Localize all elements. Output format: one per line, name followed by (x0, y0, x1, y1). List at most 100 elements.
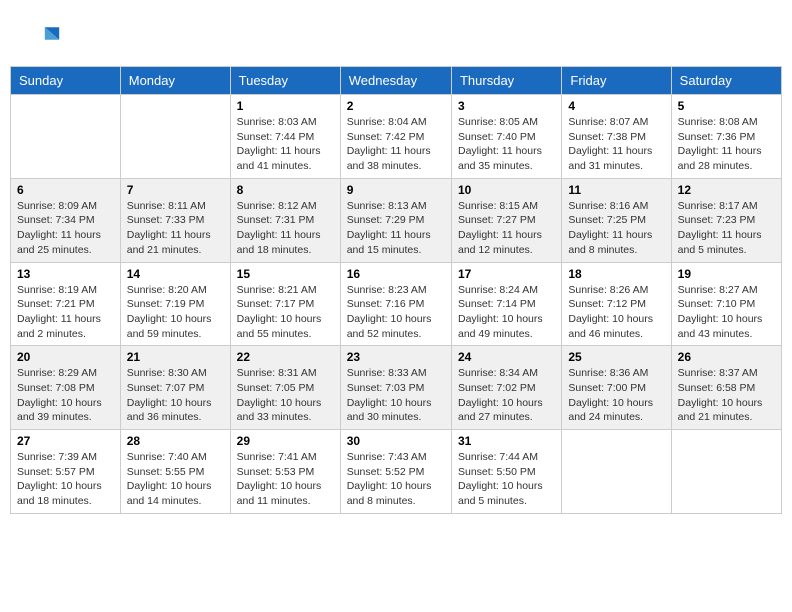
calendar-day-header: Thursday (451, 67, 561, 95)
logo-icon (25, 20, 61, 56)
day-info: Sunrise: 8:21 AM Sunset: 7:17 PM Dayligh… (237, 283, 334, 342)
day-number: 5 (678, 99, 775, 113)
calendar-day-cell: 3Sunrise: 8:05 AM Sunset: 7:40 PM Daylig… (451, 95, 561, 179)
calendar-day-cell: 27 Sunrise: 7:39 AM Sunset: 5:57 PM Dayli… (11, 430, 121, 514)
calendar-day-cell: 5 Sunrise: 8:08 AM Sunset: 7:36 PM Daylig… (671, 95, 781, 179)
calendar-header-row: SundayMondayTuesdayWednesdayThursdayFrid… (11, 67, 782, 95)
calendar-day-cell: 26Sunrise: 8:37 AM Sunset: 6:58 PM Dayli… (671, 346, 781, 430)
calendar-day-cell: 15 Sunrise: 8:21 AM Sunset: 7:17 PM Dayli… (230, 262, 340, 346)
calendar-day-cell (120, 95, 230, 179)
day-info: Sunrise: 7:41 AM Sunset: 5:53 PM Dayligh… (237, 450, 334, 509)
day-number: 23 (347, 350, 445, 364)
day-number: 13 (17, 267, 114, 281)
day-info: Sunrise: 8:08 AM Sunset: 7:36 PM Dayligh… (678, 115, 775, 174)
day-info: Sunrise: 7:40 AM Sunset: 5:55 PM Dayligh… (127, 450, 224, 509)
day-number: 11 (568, 183, 664, 197)
calendar-day-cell: 30 Sunrise: 7:43 AM Sunset: 5:52 PM Dayli… (340, 430, 451, 514)
calendar-day-cell: 8 Sunrise: 8:12 AM Sunset: 7:31 PM Daylig… (230, 178, 340, 262)
calendar-day-cell: 2 Sunrise: 8:04 AM Sunset: 7:42 PM Daylig… (340, 95, 451, 179)
calendar-day-header: Saturday (671, 67, 781, 95)
day-number: 20 (17, 350, 114, 364)
day-number: 10 (458, 183, 555, 197)
calendar-week-row: 20Sunrise: 8:29 AM Sunset: 7:08 PM Dayli… (11, 346, 782, 430)
day-number: 6 (17, 183, 114, 197)
day-info: Sunrise: 8:33 AM Sunset: 7:03 PM Dayligh… (347, 366, 445, 425)
day-number: 28 (127, 434, 224, 448)
day-info: Sunrise: 8:11 AM Sunset: 7:33 PM Dayligh… (127, 199, 224, 258)
calendar-day-cell: 17Sunrise: 8:24 AM Sunset: 7:14 PM Dayli… (451, 262, 561, 346)
day-number: 29 (237, 434, 334, 448)
day-info: Sunrise: 8:19 AM Sunset: 7:21 PM Dayligh… (17, 283, 114, 342)
day-info: Sunrise: 7:44 AM Sunset: 5:50 PM Dayligh… (458, 450, 555, 509)
calendar-day-header: Friday (562, 67, 671, 95)
day-number: 1 (237, 99, 334, 113)
day-number: 2 (347, 99, 445, 113)
calendar-day-cell: 14 Sunrise: 8:20 AM Sunset: 7:19 PM Dayli… (120, 262, 230, 346)
day-number: 8 (237, 183, 334, 197)
calendar-day-cell: 18 Sunrise: 8:26 AM Sunset: 7:12 PM Dayli… (562, 262, 671, 346)
calendar-day-cell: 24Sunrise: 8:34 AM Sunset: 7:02 PM Dayli… (451, 346, 561, 430)
calendar-day-cell (562, 430, 671, 514)
day-info: Sunrise: 7:39 AM Sunset: 5:57 PM Dayligh… (17, 450, 114, 509)
calendar-day-cell: 11Sunrise: 8:16 AM Sunset: 7:25 PM Dayli… (562, 178, 671, 262)
calendar-week-row: 13 Sunrise: 8:19 AM Sunset: 7:21 PM Dayli… (11, 262, 782, 346)
calendar-day-cell: 13 Sunrise: 8:19 AM Sunset: 7:21 PM Dayli… (11, 262, 121, 346)
day-info: Sunrise: 8:30 AM Sunset: 7:07 PM Dayligh… (127, 366, 224, 425)
day-number: 21 (127, 350, 224, 364)
calendar-day-header: Monday (120, 67, 230, 95)
calendar-day-header: Tuesday (230, 67, 340, 95)
day-info: Sunrise: 8:13 AM Sunset: 7:29 PM Dayligh… (347, 199, 445, 258)
calendar-table: SundayMondayTuesdayWednesdayThursdayFrid… (10, 66, 782, 514)
day-number: 27 (17, 434, 114, 448)
day-number: 18 (568, 267, 664, 281)
day-number: 19 (678, 267, 775, 281)
calendar-week-row: 27 Sunrise: 7:39 AM Sunset: 5:57 PM Dayli… (11, 430, 782, 514)
day-number: 24 (458, 350, 555, 364)
day-number: 4 (568, 99, 664, 113)
calendar-day-cell: 25Sunrise: 8:36 AM Sunset: 7:00 PM Dayli… (562, 346, 671, 430)
calendar-day-cell: 19 Sunrise: 8:27 AM Sunset: 7:10 PM Dayli… (671, 262, 781, 346)
calendar-day-cell: 16 Sunrise: 8:23 AM Sunset: 7:16 PM Dayli… (340, 262, 451, 346)
day-info: Sunrise: 8:20 AM Sunset: 7:19 PM Dayligh… (127, 283, 224, 342)
day-number: 26 (678, 350, 775, 364)
day-info: Sunrise: 8:04 AM Sunset: 7:42 PM Dayligh… (347, 115, 445, 174)
day-info: Sunrise: 8:24 AM Sunset: 7:14 PM Dayligh… (458, 283, 555, 342)
day-info: Sunrise: 8:26 AM Sunset: 7:12 PM Dayligh… (568, 283, 664, 342)
calendar-day-header: Wednesday (340, 67, 451, 95)
calendar-day-cell: 23 Sunrise: 8:33 AM Sunset: 7:03 PM Dayli… (340, 346, 451, 430)
day-info: Sunrise: 8:03 AM Sunset: 7:44 PM Dayligh… (237, 115, 334, 174)
calendar-day-cell: 9 Sunrise: 8:13 AM Sunset: 7:29 PM Daylig… (340, 178, 451, 262)
day-info: Sunrise: 8:27 AM Sunset: 7:10 PM Dayligh… (678, 283, 775, 342)
day-number: 14 (127, 267, 224, 281)
page-header (10, 10, 782, 61)
day-number: 16 (347, 267, 445, 281)
day-info: Sunrise: 8:07 AM Sunset: 7:38 PM Dayligh… (568, 115, 664, 174)
calendar-day-cell: 7 Sunrise: 8:11 AM Sunset: 7:33 PM Daylig… (120, 178, 230, 262)
day-number: 7 (127, 183, 224, 197)
calendar-day-cell: 29 Sunrise: 7:41 AM Sunset: 5:53 PM Dayli… (230, 430, 340, 514)
day-info: Sunrise: 7:43 AM Sunset: 5:52 PM Dayligh… (347, 450, 445, 509)
calendar-day-cell: 6Sunrise: 8:09 AM Sunset: 7:34 PM Daylig… (11, 178, 121, 262)
day-info: Sunrise: 8:31 AM Sunset: 7:05 PM Dayligh… (237, 366, 334, 425)
day-number: 31 (458, 434, 555, 448)
calendar-day-cell: 12Sunrise: 8:17 AM Sunset: 7:23 PM Dayli… (671, 178, 781, 262)
day-info: Sunrise: 8:12 AM Sunset: 7:31 PM Dayligh… (237, 199, 334, 258)
calendar-day-cell: 21 Sunrise: 8:30 AM Sunset: 7:07 PM Dayli… (120, 346, 230, 430)
logo (25, 20, 65, 56)
calendar-body: 1 Sunrise: 8:03 AM Sunset: 7:44 PM Daylig… (11, 95, 782, 514)
day-number: 9 (347, 183, 445, 197)
calendar-day-cell: 20Sunrise: 8:29 AM Sunset: 7:08 PM Dayli… (11, 346, 121, 430)
day-number: 15 (237, 267, 334, 281)
calendar-day-cell (11, 95, 121, 179)
day-number: 12 (678, 183, 775, 197)
day-number: 22 (237, 350, 334, 364)
day-info: Sunrise: 8:23 AM Sunset: 7:16 PM Dayligh… (347, 283, 445, 342)
day-number: 30 (347, 434, 445, 448)
calendar-day-cell: 22 Sunrise: 8:31 AM Sunset: 7:05 PM Dayli… (230, 346, 340, 430)
calendar-day-cell (671, 430, 781, 514)
calendar-day-cell: 31 Sunrise: 7:44 AM Sunset: 5:50 PM Dayli… (451, 430, 561, 514)
day-info: Sunrise: 8:36 AM Sunset: 7:00 PM Dayligh… (568, 366, 664, 425)
calendar-week-row: 6Sunrise: 8:09 AM Sunset: 7:34 PM Daylig… (11, 178, 782, 262)
day-number: 3 (458, 99, 555, 113)
day-info: Sunrise: 8:15 AM Sunset: 7:27 PM Dayligh… (458, 199, 555, 258)
